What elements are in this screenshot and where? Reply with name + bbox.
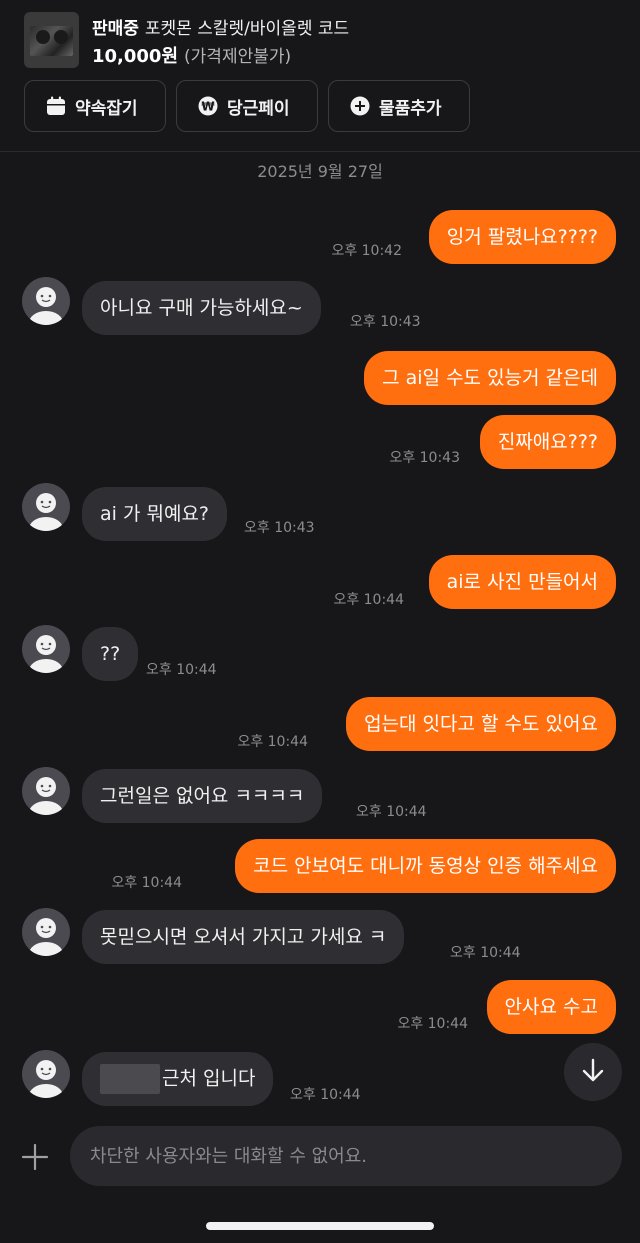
pay-button[interactable]: ₩ 당근페이 (176, 80, 318, 132)
item-title: 포켓몬 스칼렛/바이올렛 코드 (144, 19, 350, 39)
scroll-to-bottom-button[interactable] (564, 1043, 622, 1101)
message-sent[interactable]: ai로 사진 만들어서 (428, 555, 616, 609)
avatar[interactable] (22, 767, 70, 815)
plus-circle-icon (349, 95, 371, 117)
message-input[interactable] (70, 1126, 622, 1186)
message-time: 오후 10:43 (389, 450, 460, 466)
message-received[interactable]: ai 가 뭐예요? (82, 487, 228, 541)
message-sent[interactable]: 그 ai일 수도 있능거 같은데 (364, 351, 616, 405)
item-price: 10,000원 (92, 46, 179, 67)
message-time: 오후 10:44 (450, 945, 521, 961)
svg-text:₩: ₩ (201, 100, 215, 114)
message-sent[interactable]: 코드 안보여도 대니까 동영상 인증 해주세요 (235, 839, 616, 893)
message-time: 오후 10:44 (333, 592, 404, 608)
chat-header: 판매중 포켓몬 스칼렛/바이올렛 코드 10,000원 (가격제안불가) 약속잡기 … (0, 0, 640, 152)
message-time: 오후 10:44 (237, 734, 308, 750)
calendar-icon (45, 95, 67, 117)
message-time: 오후 10:44 (111, 875, 182, 891)
message-received[interactable]: 못믿으시면 오셔서 가지고 가세요 ㅋ (82, 910, 405, 964)
price-note: (가격제안불가) (184, 47, 292, 67)
redacted-block (100, 1064, 160, 1094)
message-time: 오후 10:44 (397, 1016, 468, 1032)
home-indicator[interactable] (206, 1222, 434, 1230)
date-separator: 2025년 9월 27일 (257, 162, 383, 181)
appointment-button[interactable]: 약속잡기 (24, 80, 166, 132)
message-time: 오후 10:44 (146, 662, 217, 678)
won-pay-icon: ₩ (197, 95, 219, 117)
avatar[interactable] (22, 1050, 70, 1098)
item-title-row: 판매중 포켓몬 스칼렛/바이올렛 코드 (92, 14, 349, 39)
message-time: 오후 10:43 (350, 314, 421, 330)
item-price-row: 10,000원 (가격제안불가) (92, 42, 291, 68)
message-sent[interactable]: 안사요 수고 (486, 980, 616, 1034)
avatar[interactable] (22, 483, 70, 531)
message-received[interactable]: 근처 입니다 (82, 1052, 274, 1106)
avatar[interactable] (22, 277, 70, 325)
pay-label: 당근페이 (227, 98, 290, 119)
message-sent[interactable]: 진짜애요??? (479, 415, 616, 469)
arrow-down-icon (579, 1056, 607, 1088)
composer (0, 1118, 640, 1243)
add-item-button[interactable]: 물품추가 (328, 80, 470, 132)
message-received[interactable]: ?? (82, 627, 139, 681)
message-received[interactable]: 그런일은 없어요 ㅋㅋㅋㅋ (82, 769, 323, 823)
status-badge: 판매중 (92, 19, 139, 39)
message-received[interactable]: 아니요 구매 가능하세요~ (82, 281, 321, 335)
message-time: 오후 10:44 (356, 804, 427, 820)
message-text: 근처 입니다 (162, 1067, 256, 1090)
message-time: 오후 10:42 (331, 243, 402, 259)
add-item-label: 물품추가 (379, 98, 442, 119)
item-thumbnail[interactable] (24, 12, 79, 68)
avatar[interactable] (22, 625, 70, 673)
avatar[interactable] (22, 908, 70, 956)
appointment-label: 약속잡기 (75, 98, 138, 119)
message-sent[interactable]: 업는대 잇다고 할 수도 있어요 (346, 697, 616, 751)
message-time: 오후 10:44 (290, 1087, 361, 1103)
action-buttons: 약속잡기 ₩ 당근페이 물품추가 (24, 80, 470, 132)
message-time: 오후 10:43 (244, 520, 315, 536)
plus-icon[interactable] (20, 1142, 50, 1172)
message-sent[interactable]: 잉거 팔렸나요???? (428, 210, 616, 264)
